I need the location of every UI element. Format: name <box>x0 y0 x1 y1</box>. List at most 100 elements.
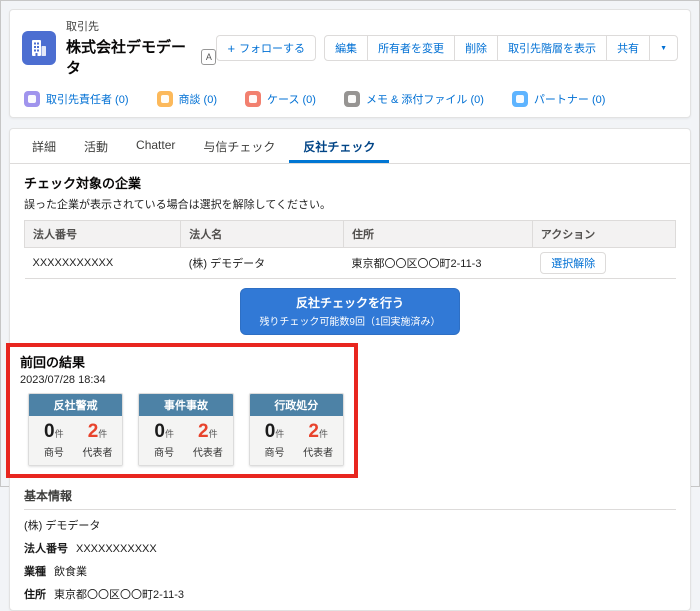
count-value: 2 <box>198 421 209 442</box>
count-value: 0 <box>264 421 276 442</box>
opportunity-icon <box>156 91 173 107</box>
delete-button[interactable]: 削除 <box>454 35 499 61</box>
result-metric: 2件 代表者 <box>76 421 120 459</box>
count-value: 2 <box>308 421 319 442</box>
follow-button-label: フォローする <box>239 43 306 55</box>
view-hierarchy-button[interactable]: 取引先階層を表示 <box>497 35 608 61</box>
follow-button[interactable]: + フォローする <box>216 35 317 61</box>
basic-info-company: (株) デモデータ <box>24 520 101 532</box>
related-lists-row: 取引先責任者 (0) 商談 (0) ケース (0) メモ & 添付ファイル (0… <box>10 84 690 117</box>
cta-remaining-count: 残りチェック可能数9回（1回実施済み） <box>259 317 441 328</box>
run-antisocial-check-button[interactable]: 反社チェックを行う 残りチェック可能数9回（1回実施済み） <box>240 288 460 335</box>
result-metric: 0件 商号 <box>253 421 297 459</box>
result-card-title: 行政処分 <box>249 394 343 416</box>
count-value: 0 <box>44 421 55 442</box>
cta-container: 反社チェックを行う 残りチェック可能数9回（1回実施済み） <box>24 288 676 335</box>
check-target-heading: チェック対象の企業 <box>24 176 142 191</box>
tab-details[interactable]: 詳細 <box>18 129 70 163</box>
cell-corp-name: (株) デモデータ <box>180 247 344 279</box>
basic-info-corp-number: 法人番号 XXXXXXXXXXX <box>24 540 676 556</box>
previous-results-heading: 前回の結果 <box>20 355 86 370</box>
cta-label: 反社チェックを行う <box>295 296 404 310</box>
count-label: 代表者 <box>192 448 223 459</box>
account-icon <box>22 31 56 65</box>
count-value: 2 <box>87 421 99 442</box>
count-unit: 件 <box>98 429 108 439</box>
related-link-label: ケース (0) <box>267 94 316 106</box>
tab-chatter[interactable]: Chatter <box>122 129 189 163</box>
field-label: 業種 <box>24 566 46 578</box>
previous-results-annotated-section: 前回の結果 2023/07/28 18:34 反社警戒 0件 商号 2件 代表者 <box>6 343 358 478</box>
count-label: 商号 <box>154 448 175 459</box>
count-unit: 件 <box>275 429 285 439</box>
contact-icon <box>24 91 40 107</box>
edit-button[interactable]: 編集 <box>324 35 369 61</box>
count-label: 代表者 <box>82 448 113 459</box>
field-value: 東京都〇〇区〇〇町2-11-3 <box>54 589 184 601</box>
change-owner-button[interactable]: 所有者を変更 <box>367 35 456 61</box>
col-corp-number: 法人番号 <box>23 220 182 248</box>
cell-action: 選択解除 <box>532 247 676 279</box>
result-cards-row: 反社警戒 0件 商号 2件 代表者 事件事故 0件 商号 2件 代表者 行政処分… <box>20 393 344 466</box>
field-value: 飲食業 <box>54 566 87 578</box>
col-action: アクション <box>531 220 677 248</box>
related-link-opportunities[interactable]: 商談 (0) <box>156 91 218 107</box>
cell-address: 東京都〇〇区〇〇町2-11-3 <box>343 247 533 279</box>
related-link-label: 取引先責任者 (0) <box>46 94 129 106</box>
count-value: 0 <box>154 421 165 442</box>
page-title: 株式会社デモデータ A <box>66 36 217 78</box>
basic-info-heading: 基本情報 <box>24 487 676 510</box>
basic-info-industry: 業種 飲食業 <box>24 563 676 579</box>
tab-content: チェック対象の企業 誤った企業が表示されている場合は選択を解除してください。 法… <box>6 164 690 610</box>
record-detail-card: 詳細 活動 Chatter 与信チェック 反社チェック チェック対象の企業 誤っ… <box>6 128 691 611</box>
deselect-button[interactable]: 選択解除 <box>540 252 607 274</box>
related-link-label: 商談 (0) <box>178 94 218 106</box>
plus-icon: + <box>227 40 236 56</box>
count-label: 代表者 <box>303 448 334 459</box>
basic-info-address: 住所 東京都〇〇区〇〇町2-11-3 <box>24 586 676 602</box>
entity-title-block: 取引先 株式会社デモデータ A <box>66 18 217 78</box>
entity-label: 取引先 <box>66 21 99 33</box>
related-link-cases[interactable]: ケース (0) <box>245 91 316 107</box>
result-card-incidents: 事件事故 0件 商号 2件 代表者 <box>138 393 234 466</box>
col-address: 住所 <box>342 220 533 248</box>
result-metric: 0件 商号 <box>32 421 76 459</box>
result-metric: 2件 代表者 <box>296 421 340 459</box>
result-metric: 0件 商号 <box>142 421 186 459</box>
partner-icon <box>511 91 528 107</box>
count-label: 商号 <box>264 448 285 459</box>
count-unit: 件 <box>164 429 174 439</box>
case-icon <box>245 91 261 107</box>
count-label: 商号 <box>43 448 64 459</box>
related-link-contacts[interactable]: 取引先責任者 (0) <box>24 91 129 107</box>
related-link-notes[interactable]: メモ & 添付ファイル (0) <box>343 91 484 107</box>
more-actions-button[interactable]: ▼ <box>649 35 678 61</box>
chevron-down-icon: ▼ <box>660 44 667 52</box>
share-button[interactable]: 共有 <box>606 35 651 61</box>
col-corp-name: 法人名 <box>180 220 344 248</box>
previous-results-timestamp: 2023/07/28 18:34 <box>20 374 106 386</box>
related-link-label: パートナー (0) <box>533 94 606 106</box>
result-card-administrative: 行政処分 0件 商号 2件 代表者 <box>248 393 344 466</box>
tab-activity[interactable]: 活動 <box>70 129 122 163</box>
tab-antisocial-check[interactable]: 反社チェック <box>289 129 389 163</box>
check-target-note: 誤った企業が表示されている場合は選択を解除してください。 <box>24 199 332 211</box>
field-label: 法人番号 <box>24 543 68 555</box>
count-unit: 件 <box>318 429 328 439</box>
tab-credit-check[interactable]: 与信チェック <box>189 129 289 163</box>
count-unit: 件 <box>54 429 64 439</box>
count-unit: 件 <box>208 429 218 439</box>
result-card-antisocial-alert: 反社警戒 0件 商号 2件 代表者 <box>28 393 124 466</box>
result-metric: 2件 代表者 <box>186 421 230 459</box>
related-link-partners[interactable]: パートナー (0) <box>511 91 606 107</box>
result-card-title: 事件事故 <box>139 394 233 416</box>
notes-attachments-icon <box>343 91 360 107</box>
translation-badge[interactable]: A <box>201 49 217 65</box>
target-company-table: 法人番号 法人名 住所 アクション XXXXXXXXXXX (株) デモデータ … <box>23 220 677 279</box>
record-name: 株式会社デモデータ <box>66 39 187 77</box>
record-header-card: 取引先 株式会社デモデータ A + フォローする 編集 所有者を変更 削除 取引… <box>9 9 691 118</box>
field-label: 住所 <box>24 589 46 601</box>
table-row: XXXXXXXXXXX (株) デモデータ 東京都〇〇区〇〇町2-11-3 選択… <box>24 247 676 279</box>
record-actions-group: 編集 所有者を変更 削除 取引先階層を表示 共有 ▼ <box>324 35 678 61</box>
cell-corp-number: XXXXXXXXXXX <box>24 247 181 279</box>
